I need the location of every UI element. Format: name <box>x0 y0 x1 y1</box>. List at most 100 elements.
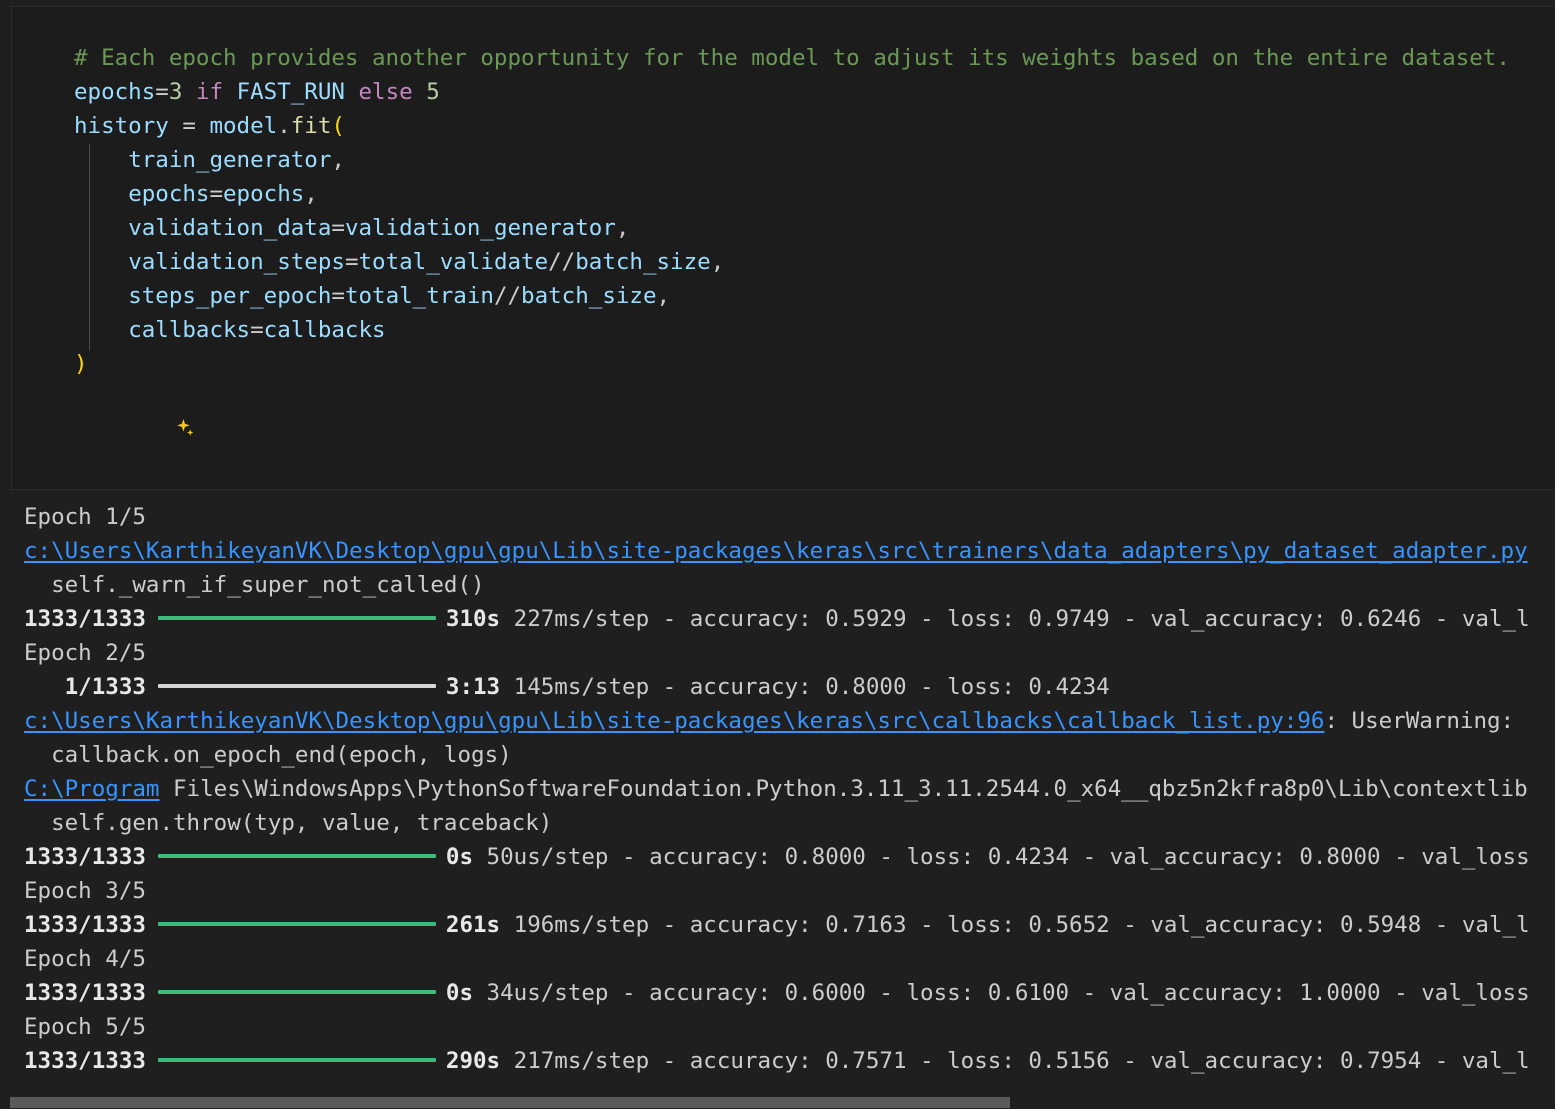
close-paren-token: ) <box>74 351 88 377</box>
epochs-kwarg-token: epochs <box>128 181 210 207</box>
horizontal-scrollbar-thumb[interactable] <box>10 1097 1010 1108</box>
notebook-cell-view: # Each epoch provides another opportunit… <box>0 0 1555 1109</box>
output-line-progress: 1333/1333 0s 50us/step - accuracy: 0.8000… <box>0 840 1555 874</box>
callbacks-value-token: callbacks <box>263 317 386 343</box>
output-line-text: Epoch 4/5 <box>0 942 1555 976</box>
validation-data-kwarg-token: validation_data <box>128 215 332 241</box>
progress-counter: 1/1333 <box>24 674 146 700</box>
progress-counter: 1333/1333 <box>24 844 146 870</box>
progress-bar <box>157 989 436 994</box>
comma-4: , <box>710 249 725 275</box>
output-line-text: Epoch 5/5 <box>0 1010 1555 1044</box>
progress-metrics: 50us/step - accuracy: 0.8000 - loss: 0.4… <box>473 844 1530 870</box>
equals-4: = <box>344 249 359 275</box>
code-line-history-fit: history = model.fit( <box>74 109 1555 143</box>
total-train-token: total_train <box>344 283 494 309</box>
indent-6 <box>74 317 128 343</box>
file-path-link[interactable]: c:\Users\KarthikeyanVK\Desktop\gpu\gpu\L… <box>24 538 1528 564</box>
output-log: Epoch 1/5 c:\Users\KarthikeyanVK\Desktop\… <box>0 500 1555 1078</box>
progress-elapsed-time: 261s <box>445 912 501 938</box>
if-keyword-token: if <box>195 79 224 105</box>
batch-size-token-1: batch_size <box>575 249 711 275</box>
progress-bar <box>157 615 436 620</box>
code-line-train-generator: train_generator, <box>74 143 1555 177</box>
file-path-link[interactable]: c:\Users\KarthikeyanVK\Desktop\gpu\gpu\L… <box>24 708 1324 734</box>
else-keyword-token: else <box>358 79 413 105</box>
progress-metrics: 196ms/step - accuracy: 0.7163 - loss: 0.… <box>500 912 1530 938</box>
code-line-validation-steps: validation_steps=total_validate//batch_s… <box>74 245 1555 279</box>
code-line-validation-data: validation_data=validation_generator, <box>74 211 1555 245</box>
file-path-link[interactable]: C:\Program <box>24 776 159 802</box>
output-line-text: Epoch 1/5 <box>0 500 1555 534</box>
output-line-progress: 1333/1333 261s 196ms/step - accuracy: 0.7… <box>0 908 1555 942</box>
output-text: Epoch 4/5 <box>24 946 146 972</box>
epochs-variable-token: epochs <box>74 79 156 105</box>
code-editor-lines[interactable]: # Each epoch provides another opportunit… <box>74 41 1555 436</box>
progress-bar <box>157 1057 436 1062</box>
equals-6: = <box>250 317 264 343</box>
progress-bar <box>157 921 436 926</box>
history-variable-token: history <box>74 113 169 139</box>
indent-1 <box>74 147 128 173</box>
total-validate-token: total_validate <box>358 249 549 275</box>
code-line-comment: # Each epoch provides another opportunit… <box>74 41 1555 75</box>
indent-5 <box>74 283 128 309</box>
cell-output-area[interactable]: Epoch 1/5 c:\Users\KarthikeyanVK\Desktop\… <box>0 500 1555 1092</box>
output-line-progress: 1333/1333 0s 34us/step - accuracy: 0.6000… <box>0 976 1555 1010</box>
output-text: Epoch 2/5 <box>24 640 146 666</box>
output-line-progress: 1333/1333 310s 227ms/step - accuracy: 0.5… <box>0 602 1555 636</box>
output-text: Epoch 3/5 <box>24 878 146 904</box>
space-4 <box>413 79 427 105</box>
output-line-text: callback.on_epoch_end(epoch, logs) <box>0 738 1555 772</box>
horizontal-scrollbar[interactable] <box>0 1095 1555 1109</box>
comma-2: , <box>304 181 318 207</box>
code-line-epochs-assign: epochs=3 if FAST_RUN else 5 <box>74 75 1555 109</box>
indent-4 <box>74 249 128 275</box>
comma-3: , <box>615 215 630 241</box>
progress-elapsed-time: 290s <box>445 1048 501 1074</box>
floordiv-1: // <box>548 249 576 275</box>
progress-elapsed-time: 310s <box>445 606 501 632</box>
output-text: Epoch 5/5 <box>24 1014 146 1040</box>
progress-counter: 1333/1333 <box>24 912 146 938</box>
space-2 <box>223 79 237 105</box>
validation-steps-kwarg-token: validation_steps <box>128 249 345 275</box>
output-text: callback.on_epoch_end(epoch, logs) <box>24 742 512 768</box>
assign-token: = <box>168 113 210 139</box>
output-text: self.gen.throw(typ, value, traceback) <box>24 810 553 836</box>
dot-token: . <box>277 113 291 139</box>
floordiv-2: // <box>493 283 522 309</box>
progress-metrics: 145ms/step - accuracy: 0.8000 - loss: 0.… <box>500 674 1110 700</box>
output-text: self._warn_if_super_not_called() <box>24 572 485 598</box>
output-line-text: Epoch 3/5 <box>0 874 1555 908</box>
output-line-text: self.gen.throw(typ, value, traceback) <box>0 806 1555 840</box>
callbacks-kwarg-token: callbacks <box>128 317 251 343</box>
space-3 <box>345 79 359 105</box>
model-variable-token: model <box>209 113 278 139</box>
equals-5: = <box>331 283 345 309</box>
progress-counter: 1333/1333 <box>24 980 146 1006</box>
steps-per-epoch-kwarg-token: steps_per_epoch <box>128 283 332 309</box>
validation-generator-token: validation_generator <box>344 215 616 241</box>
progress-elapsed-time: 0s <box>445 844 474 870</box>
space-1 <box>182 79 196 105</box>
output-line-text: self._warn_if_super_not_called() <box>0 568 1555 602</box>
progress-elapsed-time: 3:13 <box>445 674 501 700</box>
progress-metrics: 217ms/step - accuracy: 0.7571 - loss: 0.… <box>500 1048 1530 1074</box>
equals-3: = <box>331 215 345 241</box>
progress-bar <box>157 683 436 688</box>
comment-token: # Each epoch provides another opportunit… <box>74 45 1510 71</box>
indent-3 <box>74 215 128 241</box>
code-line-sparkle <box>74 381 1555 436</box>
code-cell[interactable]: # Each epoch provides another opportunit… <box>11 6 1555 490</box>
epochs-value-token: epochs <box>223 181 305 207</box>
fast-run-token: FAST_RUN <box>236 79 345 105</box>
output-line-filepath: c:\Users\KarthikeyanVK\Desktop\gpu\gpu\L… <box>0 704 1555 738</box>
open-paren-token: ( <box>331 113 345 139</box>
code-line-callbacks: callbacks=callbacks <box>74 313 1555 347</box>
output-line-filepath: C:\Program Files\WindowsApps\PythonSoftw… <box>0 772 1555 806</box>
equals-token: = <box>155 79 169 105</box>
equals-2: = <box>209 181 224 207</box>
progress-counter: 1333/1333 <box>24 1048 146 1074</box>
sparkle-icon[interactable] <box>74 381 197 483</box>
